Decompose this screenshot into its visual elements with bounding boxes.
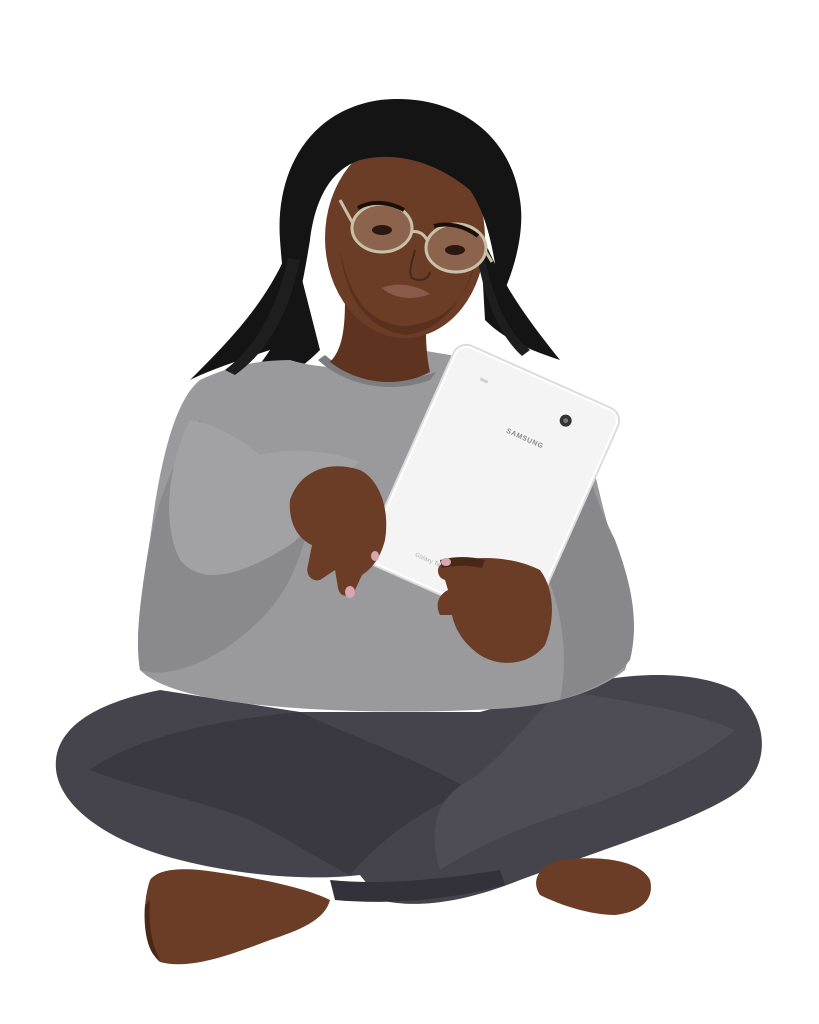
photo-scene: SAMSUNG Galaxy Tab E <box>0 0 819 1024</box>
person-illustration: SAMSUNG Galaxy Tab E <box>55 98 762 965</box>
